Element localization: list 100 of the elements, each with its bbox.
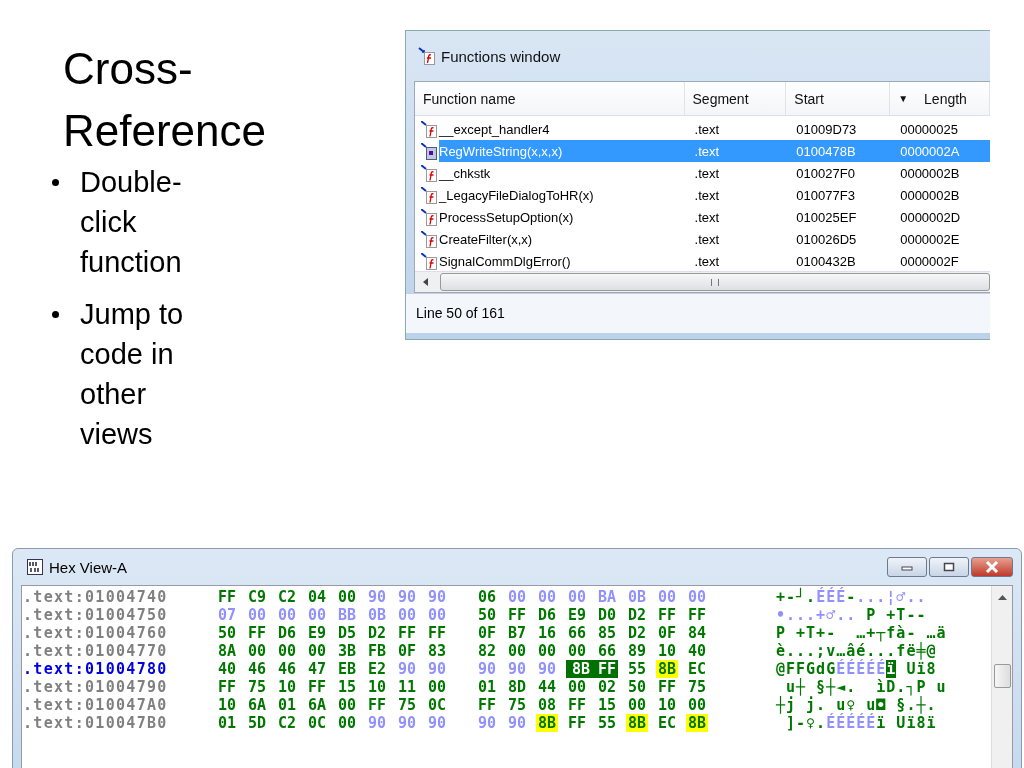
hex-byte: FF [656,606,678,624]
hex-byte: 02 [596,678,618,696]
ascii-text: ÉÉÉ [816,588,847,606]
hex-byte: EC [686,660,708,678]
ascii-text: Uï8 [905,660,937,678]
hex-byte: 47 [306,660,328,678]
column-header[interactable]: Function name [415,82,685,115]
hex-byte: C2 [276,714,298,732]
hex-byte: 66 [596,642,618,660]
minimize-icon [901,563,913,571]
hex-byte: 10 [276,678,298,696]
maximize-icon [943,562,955,572]
hex-byte: 8B [656,660,678,678]
hex-byte: B7 [506,624,528,642]
window-title: Hex View-A [49,558,129,576]
hex-byte: 90 [396,714,418,732]
function-row[interactable]: SignalCommDlgError() .text 0100432B 0000002F [415,250,990,271]
hex-byte: 75 [246,678,268,696]
hex-byte: 75 [506,696,528,714]
bullet-text: Double-click function [52,162,220,282]
hex-byte: 01 [276,696,298,714]
hex-byte: 00 [306,642,328,660]
hex-byte: 75 [686,678,708,696]
function-icon [418,47,436,65]
hex-byte: 5D [246,714,268,732]
close-button[interactable] [971,557,1013,577]
ascii-text: P +T+- …+┬fà- …ä [776,624,947,642]
hex-byte: FF [506,606,528,624]
function-icon [421,230,437,248]
hex-byte: 50 [626,678,648,696]
hex-byte: 00 [426,606,448,624]
hex-byte: 00 [246,642,268,660]
hex-byte: 90 [396,588,418,606]
scroll-up-icon[interactable] [997,594,1007,600]
hex-byte: 0B [366,606,388,624]
ascii-text: - [846,588,857,606]
hex-byte: 00 [686,588,708,606]
hex-byte: 16 [536,624,558,642]
scrollbar-thumb[interactable] [993,664,1011,688]
minimize-button[interactable] [887,557,927,577]
hex-byte: 04 [306,588,328,606]
horizontal-scrollbar[interactable] [415,271,990,292]
hex-byte: EB [336,660,358,678]
hex-byte: D6 [276,624,298,642]
function-icon [421,164,437,182]
column-header[interactable]: Segment [684,82,787,115]
function-row[interactable]: __except_handler4 .text 01009D73 00000025 [415,118,990,140]
hex-byte: 0C [306,714,328,732]
function-icon [421,186,437,204]
hex-byte: D2 [626,624,648,642]
hex-byte: 00 [426,678,448,696]
function-row[interactable]: CreateFilter(x,x) .text 010026D5 0000002E [415,228,990,250]
hex-byte: 90 [366,588,388,606]
hex-byte: FF [566,696,588,714]
function-icon [421,120,437,138]
hex-byte: 10 [656,696,678,714]
vertical-scrollbar[interactable] [991,586,1012,768]
hex-byte: 8B [536,714,558,732]
hex-byte: 15 [596,696,618,714]
hex-byte: 82 [476,642,498,660]
hex-byte: D2 [366,624,388,642]
hex-byte: 90 [366,714,388,732]
function-row[interactable]: __chkstk .text 010027F0 0000002B [415,162,990,184]
hex-byte: FF [216,588,238,606]
hex-byte: 01 [216,714,238,732]
hex-byte: 90 [396,660,418,678]
binary-icon [27,559,43,575]
hex-byte: 07 [216,606,238,624]
scroll-left-icon[interactable] [423,278,428,286]
function-icon [421,208,437,226]
column-header[interactable]: Start [786,82,891,115]
hex-byte: 40 [686,642,708,660]
hex-byte: 44 [536,678,558,696]
hex-byte: 0F [476,624,498,642]
hex-byte: 00 [566,678,588,696]
function-row[interactable]: ProcessSetupOption(x) .text 010025EF 0000002D [415,206,990,228]
slide-title: Cross-Reference [63,43,267,157]
function-row[interactable]: _LegacyFileDialogToHR(x) .text 010077F3 0000002B [415,184,990,206]
close-icon [985,561,999,573]
ascii-text: è...;v…âé...fë╪@ [776,642,937,660]
status-text: Line 50 of 161 [406,293,990,333]
hex-byte: FF [216,678,238,696]
scrollbar-thumb[interactable] [440,273,990,291]
hex-byte: 8B [626,714,648,732]
column-header[interactable]: ▼ Length [890,82,990,115]
address-text: .text:010047B0 [23,714,169,732]
hex-byte: 0F [396,642,418,660]
hex-byte: 00 [656,588,678,606]
hex-byte: D0 [596,606,618,624]
hex-byte: 00 [506,588,528,606]
hex-byte: 8D [506,678,528,696]
hex-byte: 85 [596,624,618,642]
hex-byte: 50 [476,606,498,624]
hex-byte: 00 [306,606,328,624]
hex-byte: 6A [306,696,328,714]
hex-byte: BA [596,588,618,606]
maximize-button[interactable] [929,557,969,577]
ascii-text: P +T-- [865,606,927,624]
hex-byte: FF [306,678,328,696]
hex-byte: 50 [216,624,238,642]
